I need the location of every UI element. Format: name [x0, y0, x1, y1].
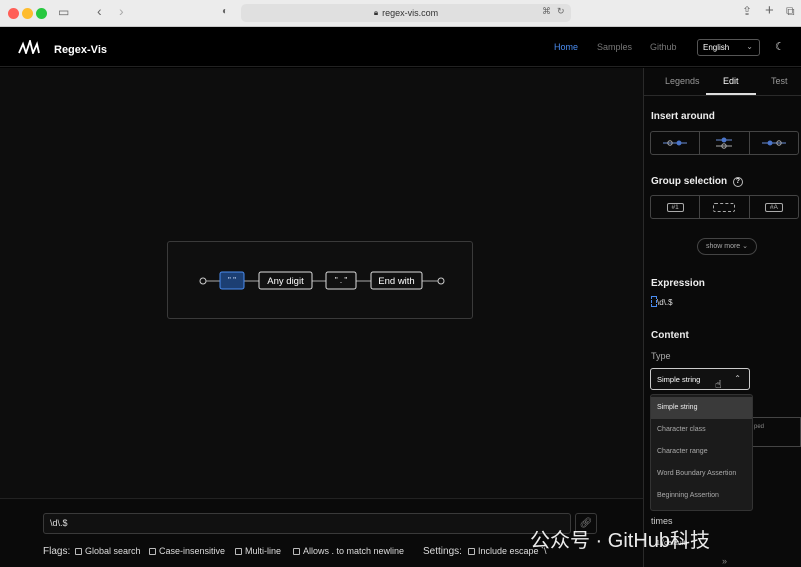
named-group-button[interactable]: #A — [750, 196, 798, 218]
privacy-shield-icon[interactable]: ◐ — [222, 6, 228, 17]
show-more-button[interactable]: show more ⌄ — [697, 238, 757, 255]
app-header — [0, 27, 801, 67]
logo-icon — [18, 40, 40, 54]
tabs-divider — [644, 95, 801, 96]
close-window-button[interactable] — [8, 8, 19, 19]
graph-node-4[interactable]: End with — [370, 271, 423, 290]
regex-input[interactable]: \d\.$ — [43, 513, 571, 534]
non-capturing-group-icon — [713, 202, 736, 212]
type-option-simple-string[interactable]: Simple string — [651, 397, 752, 419]
settings-label: Settings: — [423, 546, 462, 557]
share-icon[interactable]: ⇪ — [742, 4, 752, 18]
language-select[interactable]: English ⌄ — [697, 39, 760, 56]
content-heading: Content — [651, 330, 689, 341]
mouse-cursor-icon: ☝︎ — [715, 379, 722, 391]
chevron-down-icon: ⌄ — [746, 42, 753, 51]
group-selection-group: #1 #A — [650, 195, 799, 219]
checkbox[interactable] — [235, 547, 242, 555]
flag-dotall[interactable]: Allows . to match newline — [293, 546, 404, 556]
tab-overview-icon[interactable]: ⧉ — [786, 4, 795, 19]
type-select[interactable]: Simple string ⌃ — [650, 368, 750, 390]
graph-node-2[interactable]: Any digit — [258, 271, 313, 290]
watermark: 公众号 · GitHub科技 — [530, 530, 711, 552]
graph-node-2-label: Any digit — [267, 276, 304, 287]
collapse-panel-icon[interactable]: » — [722, 556, 727, 566]
flag-global-search[interactable]: Global search — [75, 546, 141, 556]
named-group-icon: #A — [764, 202, 783, 212]
type-option-word-boundary[interactable]: Word Boundary Assertion — [651, 463, 752, 485]
type-dropdown-menu: Simple string Character class Character … — [650, 394, 753, 511]
type-option-character-class[interactable]: Character class — [651, 419, 752, 441]
graph-node-1[interactable]: " " — [219, 271, 245, 290]
insert-before-icon — [663, 140, 688, 146]
group-selection-heading: Group selection ? — [651, 176, 743, 187]
sidebar-toggle-icon[interactable]: ▭ — [58, 5, 69, 19]
theme-toggle-moon-icon[interactable]: ☾ — [775, 40, 785, 53]
insert-after-icon — [761, 140, 786, 146]
new-tab-icon[interactable]: + — [765, 2, 774, 19]
graph-node-4-label: End with — [378, 276, 414, 287]
language-value: English — [703, 43, 730, 52]
chevron-up-icon: ⌃ — [734, 374, 741, 383]
help-icon[interactable]: ? — [732, 177, 743, 187]
graph-node-3[interactable]: " . " — [325, 271, 357, 290]
insert-parallel-button[interactable] — [700, 132, 750, 154]
capturing-group-icon: #1 — [666, 202, 684, 212]
checkbox[interactable] — [293, 547, 300, 555]
minimize-window-button[interactable] — [22, 8, 33, 19]
zoom-window-button[interactable] — [36, 8, 47, 19]
capturing-group-button[interactable]: #1 — [651, 196, 701, 218]
insert-after-button[interactable] — [750, 132, 798, 154]
flag-multi-line[interactable]: Multi-line — [235, 546, 281, 556]
insert-before-button[interactable] — [651, 132, 701, 154]
regex-graph-svg: " " Any digit " . " End with — [199, 271, 445, 290]
insert-around-group — [650, 131, 799, 155]
type-option-character-range[interactable]: Character range — [651, 441, 752, 463]
tab-test[interactable]: Test — [771, 76, 788, 86]
hidden-field-outline — [753, 417, 801, 447]
checkbox[interactable] — [149, 547, 156, 555]
regex-graph: " " Any digit " . " End with — [167, 241, 473, 319]
graph-node-3-label: " . " — [335, 276, 348, 285]
translate-icon[interactable]: ⌘ — [542, 6, 551, 17]
flag-case-insensitive[interactable]: Case-insensitive — [149, 546, 225, 556]
type-select-value: Simple string — [657, 375, 701, 384]
nav-github[interactable]: Github — [650, 42, 677, 52]
active-tab-indicator — [706, 93, 756, 95]
nav-home[interactable]: Home — [554, 42, 578, 52]
insert-around-heading: Insert around — [651, 111, 715, 122]
nav-samples[interactable]: Samples — [597, 42, 632, 52]
reload-icon[interactable]: ↻ — [557, 6, 565, 17]
url-text: regex-vis.com — [382, 8, 439, 18]
lock-icon: 🔒︎ — [373, 8, 379, 17]
flags-label: Flags: — [43, 546, 71, 557]
forward-icon[interactable]: › — [119, 3, 124, 19]
type-option-beginning-assertion[interactable]: Beginning Assertion — [651, 485, 752, 507]
end-node — [437, 277, 445, 285]
hidden-field-text: ped — [754, 424, 765, 430]
insert-parallel-icon — [716, 137, 733, 149]
checkbox[interactable] — [468, 547, 475, 555]
checkbox[interactable] — [75, 547, 82, 555]
chevron-down-icon: ⌄ — [742, 243, 749, 250]
tab-legends[interactable]: Legends — [665, 76, 700, 86]
start-node — [199, 277, 207, 285]
non-capturing-group-button[interactable] — [700, 196, 750, 218]
type-label: Type — [651, 351, 671, 361]
graph-node-1-label: " " — [228, 276, 236, 285]
back-icon[interactable]: ‹ — [97, 3, 102, 19]
brand-name: Regex-Vis — [54, 44, 107, 56]
expression-value: \d\.$ — [651, 296, 673, 307]
expression-heading: Expression — [651, 278, 705, 289]
tab-edit[interactable]: Edit — [723, 76, 739, 86]
address-bar[interactable]: 🔒︎ regex-vis.com — [241, 4, 571, 22]
